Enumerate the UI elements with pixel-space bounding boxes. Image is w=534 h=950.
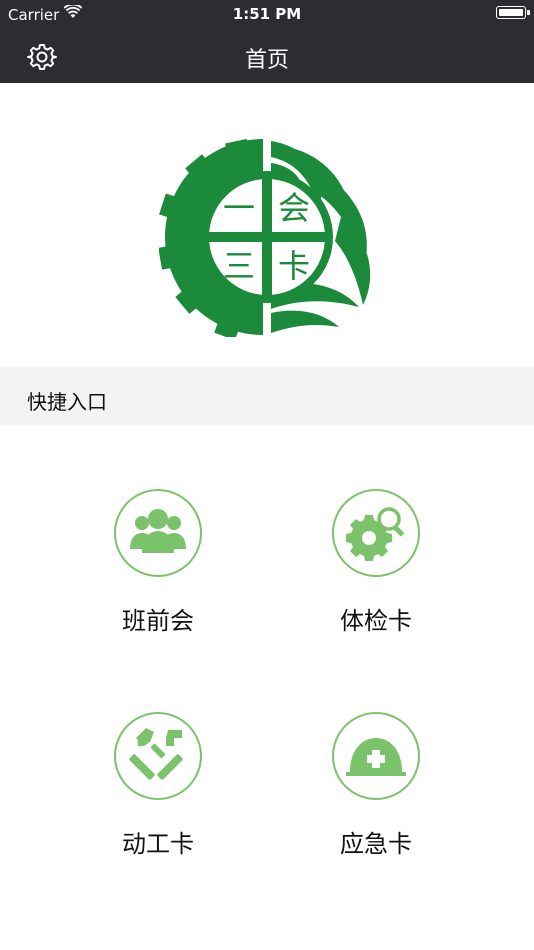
battery-icon [496,6,530,19]
quick-entry-label: 应急卡 [340,830,412,858]
logo-text-top-right: 会 [278,189,310,227]
page-title: 首页 [244,48,289,73]
logo: 一 会 三 卡 [159,138,371,337]
logo-text-top-left: 一 [223,189,255,227]
quick-entry-header: 快捷入口 [0,367,534,425]
quick-entry-label: 动工卡 [122,830,194,858]
users-icon [114,489,202,577]
quick-entry-label: 体检卡 [340,607,412,635]
quick-entry-work[interactable]: 动工卡 [58,712,258,882]
status-bar: Carrier 1:51 PM [0,0,534,30]
tools-icon [114,712,202,800]
logo-text-bottom-right: 卡 [278,247,310,285]
clock: 1:51 PM [232,5,302,23]
quick-entry-label: 班前会 [122,607,194,635]
quick-entry-emergency[interactable]: 应急卡 [276,712,476,882]
logo-area: 一 会 三 卡 [0,83,534,367]
logo-text-bottom-left: 三 [223,247,255,285]
section-title: 快捷入口 [27,390,107,414]
quick-entry-checkup[interactable]: 体检卡 [276,489,476,659]
safety-helmet-icon [332,712,420,800]
nav-bar: 首页 [0,30,534,83]
quick-entry-meeting[interactable]: 班前会 [58,489,258,659]
gear-search-icon [332,489,420,577]
